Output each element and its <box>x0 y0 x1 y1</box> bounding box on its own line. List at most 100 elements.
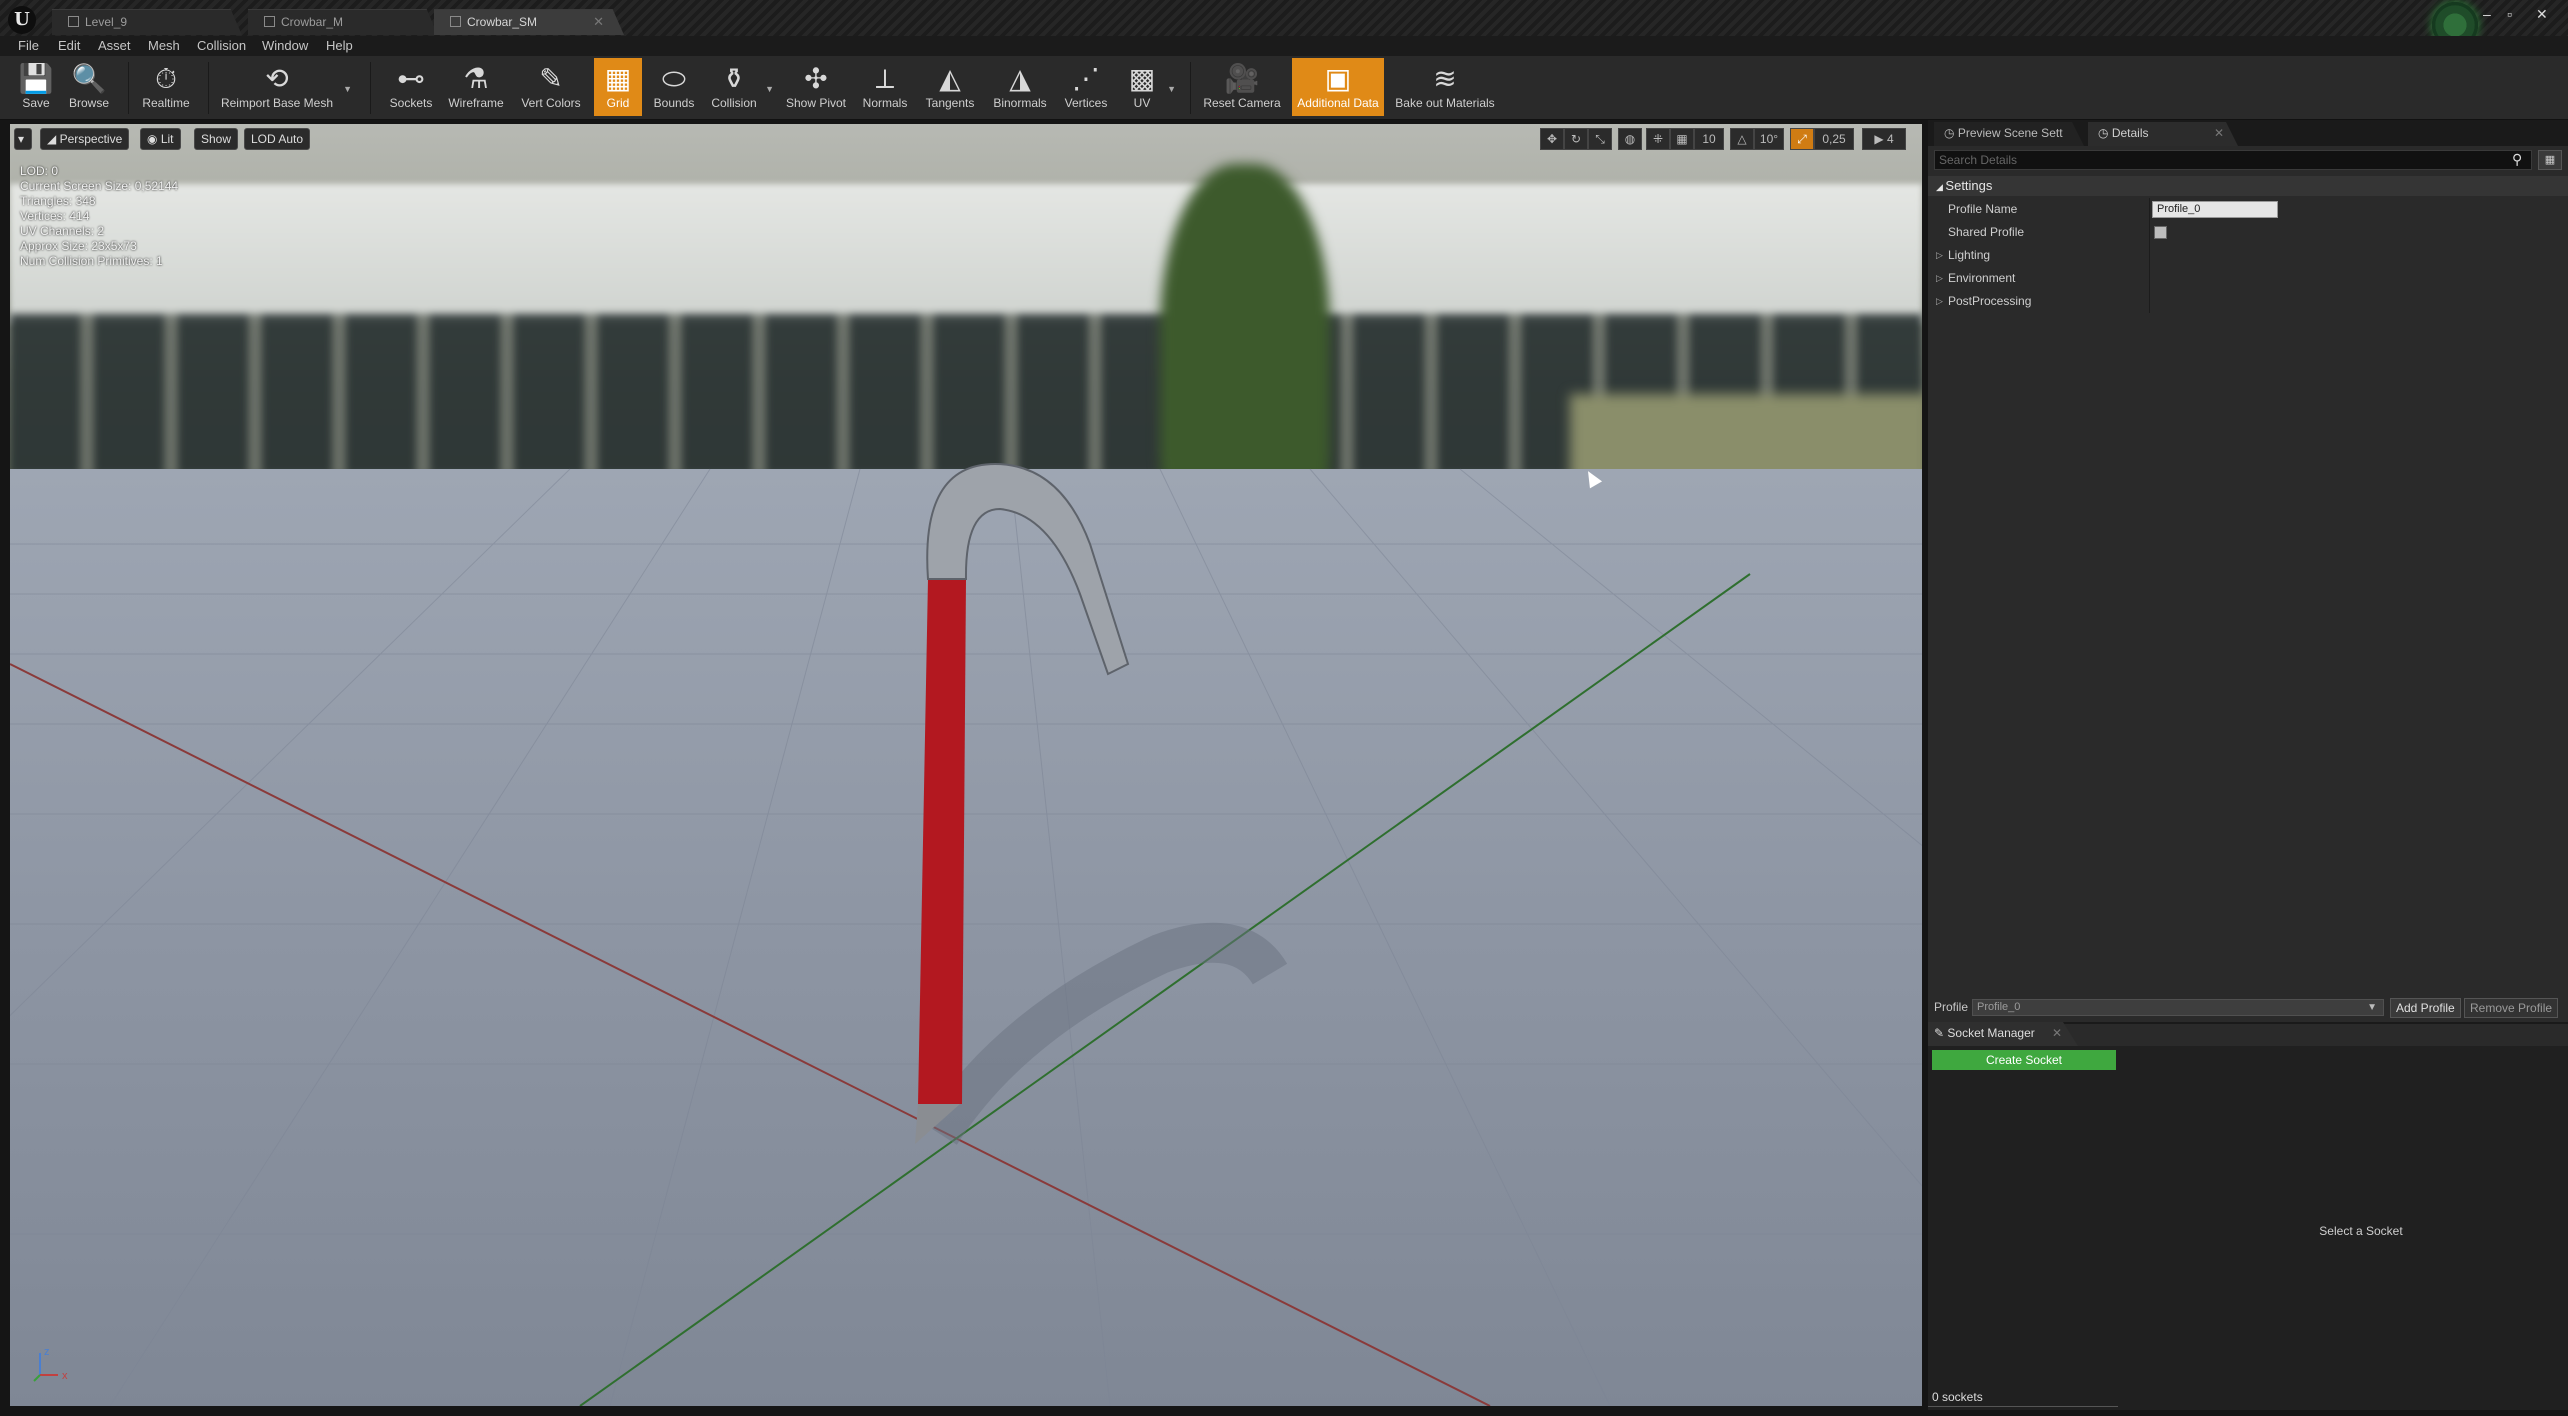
tab-crowbar-static-mesh[interactable]: Crowbar_SM ✕ <box>434 9 624 35</box>
chevron-down-icon[interactable]: ▼ <box>343 84 352 94</box>
column-divider[interactable] <box>2149 244 2150 267</box>
menu-edit[interactable]: Edit <box>58 38 80 53</box>
menu-bar: File Edit Asset Mesh Collision Window He… <box>0 36 2568 56</box>
menu-window[interactable]: Window <box>262 38 308 53</box>
wireframe-button[interactable]: ⚗ Wireframe <box>446 58 506 116</box>
vert-colors-icon: ✎ <box>539 63 563 94</box>
crowbar-shadow <box>923 922 1288 1145</box>
close-tab-icon[interactable]: ✕ <box>2214 122 2224 144</box>
collapse-arrow-icon: ◢ <box>1936 182 1946 192</box>
toolbar-divider <box>208 62 209 114</box>
save-button[interactable]: 💾 Save <box>14 58 58 116</box>
create-socket-button[interactable]: Create Socket <box>1932 1050 2116 1070</box>
grid-snap-icon[interactable]: ▦ <box>1670 128 1694 150</box>
lit-icon: ◉ <box>147 132 161 146</box>
toolbar: 💾 Save 🔍 Browse ⏱ Realtime ⟲ Reimport Base M… <box>0 56 2568 120</box>
show-pivot-button[interactable]: ✣ Show Pivot <box>780 58 852 116</box>
save-icon: 💾 <box>18 63 54 94</box>
expand-arrow-icon: ▷ <box>1936 296 1943 306</box>
lod-auto-button[interactable]: LOD Auto <box>244 128 311 150</box>
unreal-logo-icon[interactable]: U <box>8 6 36 34</box>
svg-text:z: z <box>44 1346 50 1358</box>
tangents-button[interactable]: ◭ Tangents <box>920 58 980 116</box>
additional-data-button[interactable]: ▣ Additional Data <box>1292 58 1384 116</box>
level-icon <box>68 16 79 27</box>
realtime-button[interactable]: ⏱ Realtime <box>138 58 194 116</box>
uv-button[interactable]: ▩ UV ▼ <box>1122 58 1176 116</box>
camera-speed-button[interactable]: ▶ 4 <box>1862 128 1906 150</box>
close-window-button[interactable]: ✕ <box>2536 6 2548 23</box>
rotation-snap-icon[interactable]: △ <box>1730 128 1754 150</box>
grid-button[interactable]: ▦ Grid <box>594 58 642 116</box>
shared-profile-checkbox[interactable] <box>2154 226 2167 239</box>
menu-collision[interactable]: Collision <box>197 38 246 53</box>
view-options-icon[interactable]: ▦ <box>2538 150 2562 170</box>
maximize-button[interactable]: ▫ <box>2507 6 2512 22</box>
environment-row[interactable]: ▷ Environment <box>1928 267 2568 290</box>
add-profile-button[interactable]: Add Profile <box>2390 998 2461 1018</box>
menu-asset[interactable]: Asset <box>98 38 131 53</box>
world-space-icon[interactable]: ◍ <box>1618 128 1642 150</box>
translate-mode-icon[interactable]: ✥ <box>1540 128 1564 150</box>
close-tab-icon[interactable]: ✕ <box>2052 1022 2062 1044</box>
tab-details[interactable]: ◷ Details ✕ <box>2088 122 2238 146</box>
browse-icon: 🔍 <box>71 63 107 94</box>
grid-snap-value[interactable]: 10 <box>1694 128 1724 150</box>
binormals-button[interactable]: ◮ Binormals <box>988 58 1052 116</box>
remove-profile-button[interactable]: Remove Profile <box>2464 998 2559 1018</box>
vertices-button[interactable]: ⋰ Vertices <box>1058 58 1114 116</box>
scale-snap-icon[interactable]: ⤢ <box>1790 128 1814 150</box>
rotation-snap-value[interactable]: 10° <box>1754 128 1784 150</box>
viewport-options-button[interactable]: ▾ <box>14 128 32 150</box>
right-panel: ◷ Preview Scene Sett ◷ Details ✕ Search … <box>1928 120 2568 1410</box>
mesh-viewport[interactable]: ▾ ◢ Perspective ◉ Lit Show LOD Auto LOD:… <box>10 124 1922 1406</box>
lighting-row[interactable]: ▷ Lighting <box>1928 244 2568 267</box>
minimize-button[interactable]: ‒ <box>2483 6 2491 22</box>
menu-file[interactable]: File <box>18 38 39 53</box>
lighting-label: Lighting <box>1948 248 1991 262</box>
tab-preview-scene-settings[interactable]: ◷ Preview Scene Sett <box>1934 122 2084 146</box>
search-icon[interactable]: ⚲ <box>2512 151 2530 169</box>
viewport-scene <box>10 462 1922 1406</box>
show-button[interactable]: Show <box>194 128 239 150</box>
chevron-down-icon[interactable]: ▼ <box>765 84 774 94</box>
surface-snap-icon[interactable]: ⁜ <box>1646 128 1670 150</box>
reimport-base-mesh-button[interactable]: ⟲ Reimport Base Mesh ▼ <box>218 58 352 116</box>
bounds-button[interactable]: ⬭ Bounds <box>648 58 700 116</box>
settings-category-header[interactable]: ◢ Settings <box>1928 176 2568 196</box>
close-tab-icon[interactable]: ✕ <box>593 10 604 34</box>
search-details-input[interactable]: Search Details <box>1934 150 2532 170</box>
column-divider[interactable] <box>2149 290 2150 313</box>
vertices-icon: ⋰ <box>1072 63 1100 94</box>
postprocessing-row[interactable]: ▷ PostProcessing <box>1928 290 2568 313</box>
column-divider[interactable] <box>2149 267 2150 290</box>
normals-icon: ⟂ <box>875 63 895 94</box>
chevron-down-icon[interactable]: ▼ <box>1167 84 1176 94</box>
normals-button[interactable]: ⟂ Normals <box>858 58 912 116</box>
sockets-button[interactable]: ⊷ Sockets <box>386 58 436 116</box>
column-divider[interactable] <box>2149 221 2150 244</box>
mesh-stats: LOD: 0 Current Screen Size: 0,52144 Tria… <box>20 164 179 268</box>
scale-mode-icon[interactable]: ⤡ <box>1588 128 1612 150</box>
tab-level[interactable]: Level_9 <box>52 9 242 35</box>
scale-snap-value[interactable]: 0,25 <box>1814 128 1854 150</box>
lit-button[interactable]: ◉ Lit <box>140 128 181 150</box>
reset-camera-button[interactable]: 🎥 Reset Camera <box>1202 58 1282 116</box>
crowbar-shaft <box>918 579 966 1104</box>
rotate-mode-icon[interactable]: ↻ <box>1564 128 1588 150</box>
menu-mesh[interactable]: Mesh <box>148 38 180 53</box>
perspective-button[interactable]: ◢ Perspective <box>40 128 130 150</box>
collision-button[interactable]: ⚱ Collision ▼ <box>708 58 774 116</box>
tab-crowbar-material[interactable]: Crowbar_M <box>248 9 438 35</box>
vert-colors-button[interactable]: ✎ Vert Colors <box>516 58 586 116</box>
realtime-icon: ⏱ <box>155 63 177 94</box>
sockets-icon: ⊷ <box>397 63 425 94</box>
column-divider[interactable] <box>2149 198 2150 221</box>
profile-name-input[interactable]: Profile_0 <box>2152 201 2278 218</box>
browse-button[interactable]: 🔍 Browse <box>64 58 114 116</box>
bake-out-materials-button[interactable]: ≋ Bake out Materials <box>1392 58 1498 116</box>
profile-dropdown[interactable]: Profile_0 ▼ <box>1972 999 2384 1016</box>
menu-help[interactable]: Help <box>326 38 353 53</box>
tab-socket-manager[interactable]: ✎ Socket Manager ✕ <box>1928 1022 2078 1046</box>
toolbar-divider <box>370 62 371 114</box>
